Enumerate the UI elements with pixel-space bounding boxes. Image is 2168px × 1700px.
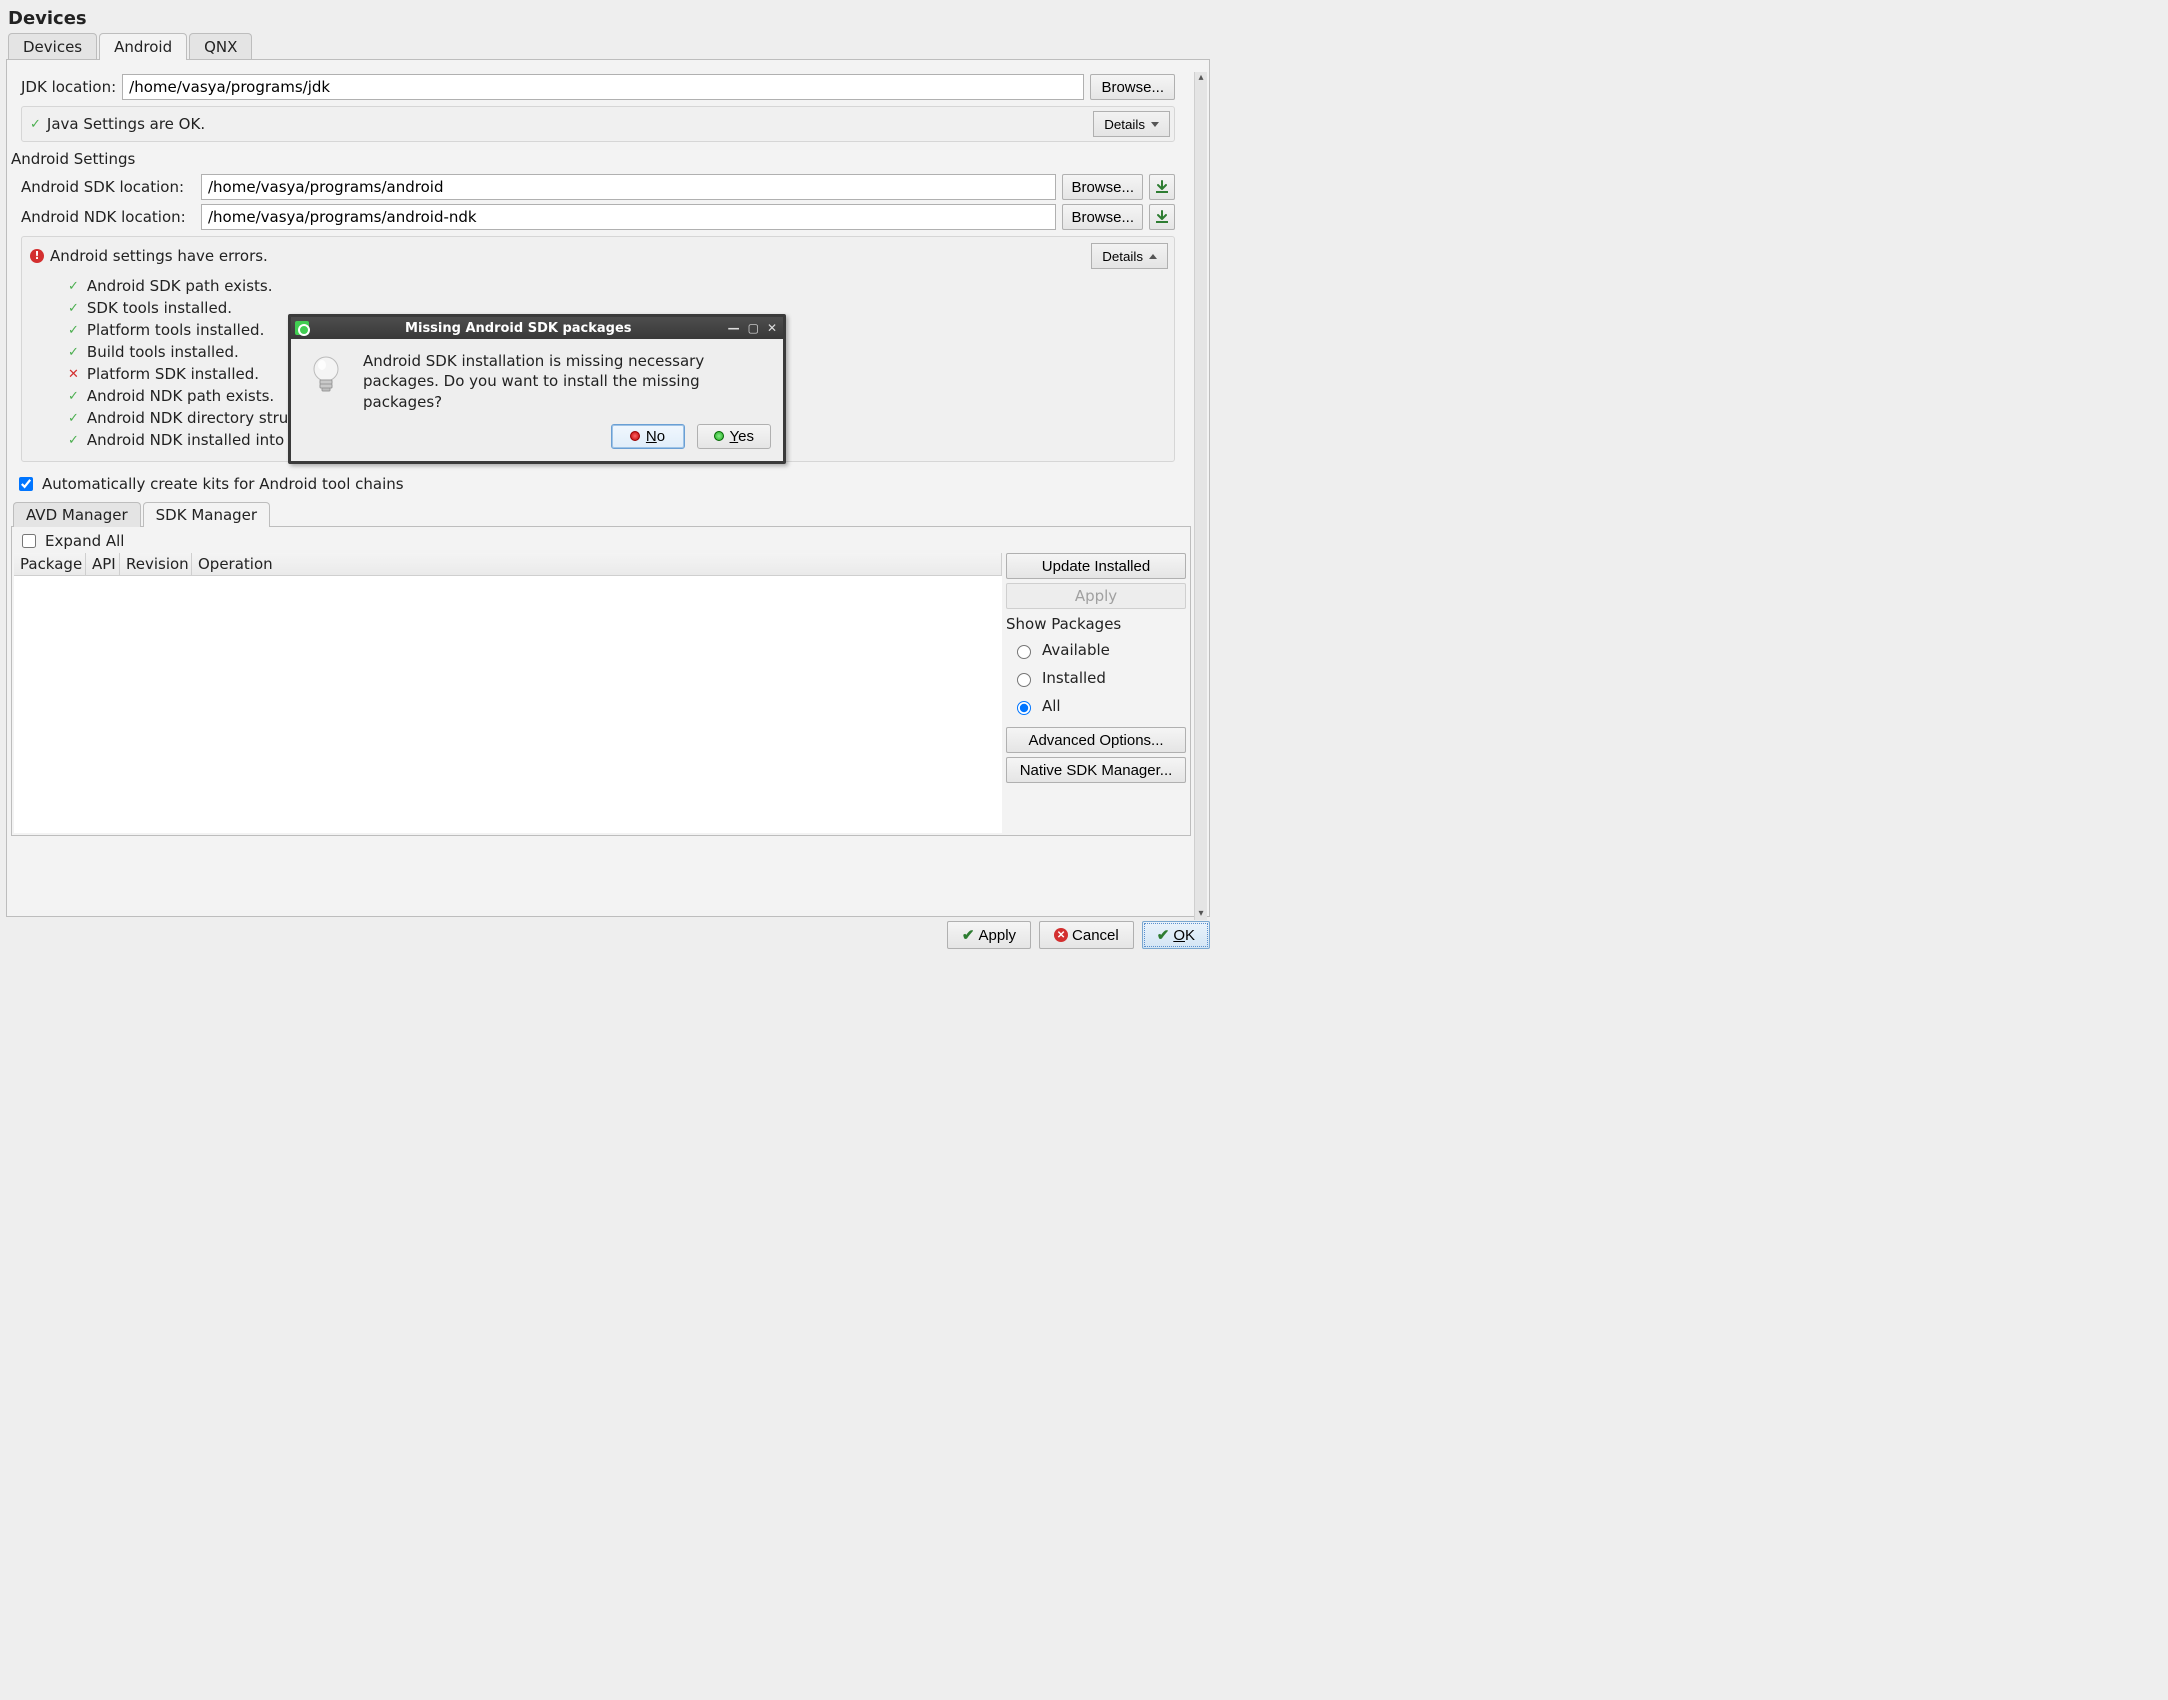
check-icon: ✔ <box>962 926 975 944</box>
yes-label: Yes <box>730 428 754 445</box>
check-fail-icon: ✕ <box>68 367 79 382</box>
package-table-body[interactable] <box>14 576 1002 833</box>
col-operation[interactable]: Operation <box>192 553 1002 575</box>
col-api[interactable]: API <box>86 553 120 575</box>
sdk-download-button[interactable] <box>1149 174 1175 200</box>
lightbulb-icon <box>305 351 347 401</box>
ndk-download-button[interactable] <box>1149 204 1175 230</box>
check-text: Android SDK path exists. <box>87 277 273 295</box>
check-text: Android NDK path exists. <box>87 387 274 405</box>
android-details-button[interactable]: Details <box>1091 243 1168 269</box>
sdk-browse-button[interactable]: Browse... <box>1062 174 1143 200</box>
maximize-icon[interactable]: ▢ <box>748 321 759 335</box>
details-label: Details <box>1104 117 1145 132</box>
tab-devices[interactable]: Devices <box>8 33 97 60</box>
sdk-location-label: Android SDK location: <box>21 178 195 196</box>
radio-available[interactable]: Available <box>1012 641 1186 659</box>
subtabstrip: AVD Manager SDK Manager <box>11 502 1191 527</box>
android-settings-title: Android Settings <box>11 150 1189 168</box>
vertical-scrollbar[interactable]: ▴ ▾ <box>1194 72 1207 920</box>
jdk-browse-button[interactable]: Browse... <box>1090 74 1175 100</box>
radio-installed[interactable]: Installed <box>1012 669 1186 687</box>
radio-all-label: All <box>1042 697 1061 715</box>
dialog-yes-button[interactable]: Yes <box>697 424 771 449</box>
chevron-up-icon <box>1149 254 1157 259</box>
download-icon <box>1154 179 1170 195</box>
advanced-options-button[interactable]: Advanced Options... <box>1006 727 1186 753</box>
dialog-titlebar[interactable]: Missing Android SDK packages — ▢ ✕ <box>291 317 783 339</box>
apply-button[interactable]: ✔ Apply <box>947 921 1031 949</box>
red-dot-icon <box>630 431 640 441</box>
qt-logo-icon <box>295 321 309 335</box>
jdk-location-input[interactable] <box>122 74 1084 100</box>
cancel-label: Cancel <box>1072 927 1119 944</box>
radio-available-label: Available <box>1042 641 1110 659</box>
check-text: SDK tools installed. <box>87 299 232 317</box>
cancel-button[interactable]: ✕ Cancel <box>1039 921 1134 949</box>
expand-all-checkbox[interactable] <box>22 534 36 548</box>
check-icon: ✔ <box>1157 926 1170 944</box>
col-revision[interactable]: Revision <box>120 553 192 575</box>
expand-all-label: Expand All <box>45 532 124 550</box>
ndk-location-input[interactable] <box>201 204 1056 230</box>
error-icon: ! <box>30 249 44 263</box>
dialog-body-text: Android SDK installation is missing nece… <box>363 351 769 412</box>
missing-sdk-dialog: Missing Android SDK packages — ▢ ✕ Andro… <box>288 314 786 464</box>
auto-kits-checkbox[interactable] <box>19 477 33 491</box>
dialog-footer: ✔ Apply ✕ Cancel ✔ OK <box>947 921 1210 949</box>
check-ok-icon: ✓ <box>68 323 79 338</box>
radio-all[interactable]: All <box>1012 697 1186 715</box>
check-ok-icon: ✓ <box>68 279 79 294</box>
ndk-location-label: Android NDK location: <box>21 208 195 226</box>
check-ok-icon: ✓ <box>30 117 41 132</box>
package-table: Package API Revision Operation <box>14 553 1002 833</box>
check-ok-icon: ✓ <box>68 389 79 404</box>
cancel-icon: ✕ <box>1054 928 1068 942</box>
tab-sdk-manager[interactable]: SDK Manager <box>143 502 270 527</box>
check-ok-icon: ✓ <box>68 345 79 360</box>
dialog-no-button[interactable]: No <box>611 424 685 449</box>
minimize-icon[interactable]: — <box>728 321 740 335</box>
close-icon[interactable]: ✕ <box>767 321 777 335</box>
no-label: No <box>646 428 665 445</box>
show-packages-title: Show Packages <box>1006 615 1186 633</box>
android-status-text: Android settings have errors. <box>50 247 1085 265</box>
radio-installed-label: Installed <box>1042 669 1106 687</box>
check-ok-icon: ✓ <box>68 411 79 426</box>
check-text: Platform SDK installed. <box>87 365 259 383</box>
sdk-location-input[interactable] <box>201 174 1056 200</box>
update-installed-button[interactable]: Update Installed <box>1006 553 1186 579</box>
check-item: ✓ Android SDK path exists. <box>68 275 1170 297</box>
chevron-down-icon <box>1151 122 1159 127</box>
java-details-button[interactable]: Details <box>1093 111 1170 137</box>
jdk-location-label: JDK location: <box>21 78 116 96</box>
scroll-down-arrow-icon[interactable]: ▾ <box>1195 908 1207 920</box>
native-sdk-manager-button[interactable]: Native SDK Manager... <box>1006 757 1186 783</box>
green-dot-icon <box>714 431 724 441</box>
auto-kits-label: Automatically create kits for Android to… <box>42 475 404 493</box>
ndk-browse-button[interactable]: Browse... <box>1062 204 1143 230</box>
tab-qnx[interactable]: QNX <box>189 33 252 60</box>
details-label: Details <box>1102 249 1143 264</box>
page-title: Devices <box>8 8 1208 29</box>
ok-button[interactable]: ✔ OK <box>1142 921 1210 949</box>
check-ok-icon: ✓ <box>68 433 79 448</box>
check-ok-icon: ✓ <box>68 301 79 316</box>
apply-label: Apply <box>979 927 1017 944</box>
scroll-up-arrow-icon[interactable]: ▴ <box>1195 72 1207 84</box>
check-text: Build tools installed. <box>87 343 239 361</box>
tab-android[interactable]: Android <box>99 33 187 60</box>
dialog-title: Missing Android SDK packages <box>309 321 728 336</box>
check-text: Platform tools installed. <box>87 321 264 339</box>
download-icon <box>1154 209 1170 225</box>
ok-label: OK <box>1173 927 1195 944</box>
top-tabstrip: Devices Android QNX <box>6 33 1210 60</box>
java-status-text: Java Settings are OK. <box>47 115 1087 133</box>
col-package[interactable]: Package <box>14 553 86 575</box>
apply-packages-button: Apply <box>1006 583 1186 609</box>
tab-avd-manager[interactable]: AVD Manager <box>13 502 141 527</box>
package-table-header: Package API Revision Operation <box>14 553 1002 576</box>
sdk-manager-pane: Expand All Package API Revision Operatio… <box>11 526 1191 836</box>
